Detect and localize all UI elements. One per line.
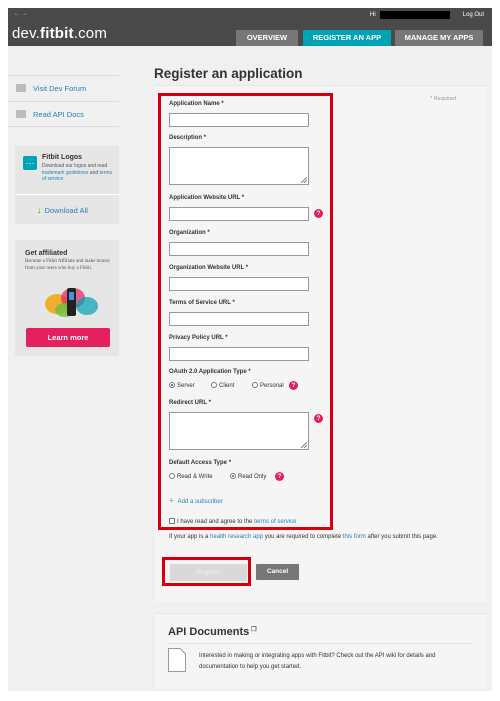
- cancel-button[interactable]: Cancel: [256, 564, 299, 580]
- nav-arrows-icon[interactable]: ← →: [14, 11, 28, 17]
- api-documents-text: Interested in making or integrating apps…: [199, 653, 436, 670]
- tab-register-app[interactable]: REGISTER AN APP: [303, 30, 391, 46]
- logos-title: Fitbit Logos: [42, 154, 83, 161]
- document-icon: [168, 648, 186, 672]
- top-header: ← → dev.fitbit.com Hi Log Out OVERVIEW R…: [8, 8, 492, 46]
- divider: [168, 643, 473, 644]
- sidebar-item-dev-forum[interactable]: Visit Dev Forum: [8, 75, 119, 101]
- fitbit-logos-panel: ⋯ Fitbit Logos Download our logos and re…: [15, 146, 119, 224]
- external-link-icon: ❐: [251, 627, 257, 633]
- form-highlight-box: [158, 93, 333, 530]
- logout-link[interactable]: Log Out: [463, 12, 484, 18]
- sidebar-item-label: Read API Docs: [33, 110, 84, 119]
- document-icon: [16, 110, 26, 118]
- research-notice: If your app is a health research app you…: [169, 534, 438, 540]
- page-title: Register an application: [154, 66, 303, 81]
- sidebar-item-api-docs[interactable]: Read API Docs: [8, 101, 119, 127]
- health-research-link[interactable]: health research app: [210, 534, 263, 540]
- trademark-link[interactable]: trademark guidelines: [42, 170, 88, 176]
- greeting: Hi: [370, 12, 376, 18]
- affiliate-title: Get affiliated: [25, 250, 68, 257]
- download-all-link[interactable]: ↓ Download All: [37, 205, 88, 215]
- tab-overview[interactable]: OVERVIEW: [236, 30, 298, 46]
- logos-description: Download our logos and read trademark gu…: [42, 163, 113, 182]
- affiliate-description: Become a Fitbit Affiliate and make money…: [25, 259, 111, 271]
- research-form-link[interactable]: this form: [343, 534, 366, 540]
- learn-more-button[interactable]: Learn more: [26, 328, 110, 347]
- redacted-username: [380, 11, 450, 19]
- fitbit-logo-icon: ⋯: [23, 156, 37, 170]
- fitbit-devices-illustration-icon: [45, 288, 98, 317]
- sidebar-item-label: Visit Dev Forum: [33, 84, 87, 93]
- required-note: * Required: [430, 96, 456, 102]
- speech-bubble-icon: [16, 84, 26, 92]
- tab-manage-apps[interactable]: MANAGE MY APPS: [395, 30, 483, 46]
- site-logo[interactable]: dev.fitbit.com: [12, 25, 107, 42]
- api-documents-title[interactable]: API Documents ❐: [168, 626, 257, 638]
- divider: [15, 194, 119, 195]
- download-arrow-icon: ↓: [37, 205, 42, 215]
- register-highlight-box: [162, 557, 251, 586]
